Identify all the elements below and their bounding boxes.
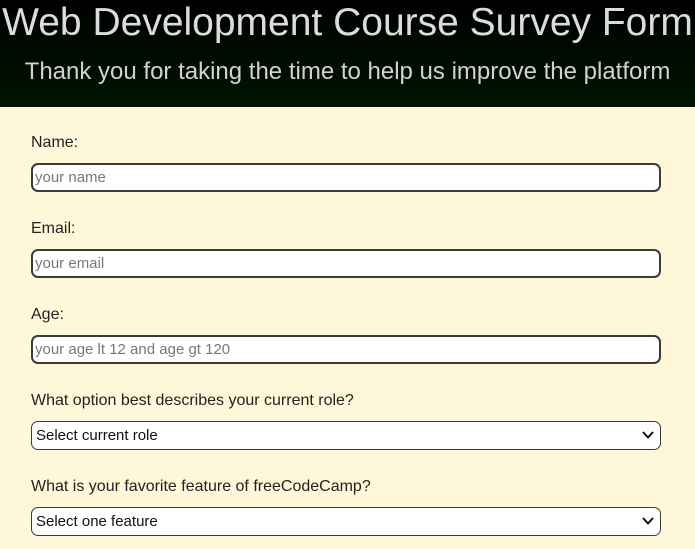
feature-dropdown[interactable]: Select one feature [31, 507, 661, 536]
email-input[interactable] [31, 249, 661, 278]
age-label: Age: [31, 306, 64, 323]
role-selected-value: Select current role [36, 427, 158, 444]
page-header: Web Development Course Survey Form Thank… [0, 0, 695, 107]
name-label: Name: [31, 134, 79, 151]
page-title: Web Development Course Survey Form [2, 1, 693, 44]
age-input[interactable] [31, 335, 661, 364]
feature-label: What is your favorite feature of freeCod… [31, 478, 371, 495]
survey-form: Name: Email: Age: What option best descr… [31, 107, 663, 549]
name-field-group: Name: [31, 133, 663, 153]
chevron-down-icon [642, 517, 654, 525]
role-label: What option best describes your current … [31, 392, 354, 409]
role-field-group: What option best describes your current … [31, 391, 663, 411]
feature-field-group: What is your favorite feature of freeCod… [31, 477, 663, 497]
chevron-down-icon [642, 431, 654, 439]
email-field-group: Email: [31, 219, 663, 239]
email-label: Email: [31, 220, 76, 237]
page-subtitle: Thank you for taking the time to help us… [24, 58, 671, 85]
name-input[interactable] [31, 163, 661, 192]
feature-selected-value: Select one feature [36, 513, 158, 530]
age-field-group: Age: [31, 305, 663, 325]
role-dropdown[interactable]: Select current role [31, 421, 661, 450]
